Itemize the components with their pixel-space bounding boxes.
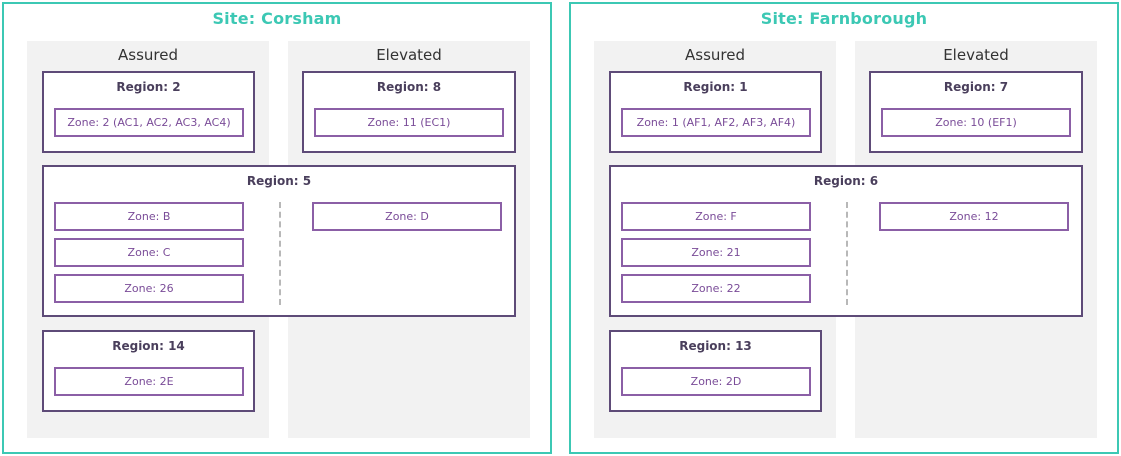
zone-box[interactable]: Zone: 2D — [621, 367, 811, 396]
region-title: Region: 7 — [943, 80, 1009, 94]
zone-box[interactable]: Zone: 22 — [621, 274, 811, 303]
region-5[interactable]: Region: 5 Zone: B Zone: C Zone: 26 Zone:… — [42, 165, 516, 317]
zone-box[interactable]: Zone: 21 — [621, 238, 811, 267]
zone-box[interactable]: Zone: 1 (AF1, AF2, AF3, AF4) — [621, 108, 811, 137]
column-title-elevated: Elevated — [943, 46, 1009, 64]
column-title-elevated: Elevated — [376, 46, 442, 64]
region-7[interactable]: Region: 7 Zone: 10 (EF1) — [869, 71, 1083, 153]
zone-box[interactable]: Zone: B — [54, 202, 244, 231]
region-13[interactable]: Region: 13 Zone: 2D — [609, 330, 822, 412]
region-divider — [279, 202, 281, 305]
region-title: Region: 6 — [813, 174, 879, 188]
zone-box[interactable]: Zone: 2 (AC1, AC2, AC3, AC4) — [54, 108, 244, 137]
zone-box[interactable]: Zone: 2E — [54, 367, 244, 396]
region-title: Region: 1 — [683, 80, 748, 94]
region-title: Region: 13 — [679, 339, 752, 353]
site-title: Site: Corsham — [212, 9, 342, 28]
region-8[interactable]: Region: 8 Zone: 11 (EC1) — [302, 71, 516, 153]
region-title: Region: 5 — [246, 174, 312, 188]
column-title-assured: Assured — [118, 46, 178, 64]
zone-box[interactable]: Zone: 12 — [879, 202, 1069, 231]
region-title: Region: 8 — [376, 80, 442, 94]
zone-box[interactable]: Zone: C — [54, 238, 244, 267]
region-14[interactable]: Region: 14 Zone: 2E — [42, 330, 255, 412]
zone-box[interactable]: Zone: 26 — [54, 274, 244, 303]
region-1[interactable]: Region: 1 Zone: 1 (AF1, AF2, AF3, AF4) — [609, 71, 822, 153]
zone-box[interactable]: Zone: D — [312, 202, 502, 231]
zone-box[interactable]: Zone: 11 (EC1) — [314, 108, 504, 137]
site-farnborough: Site: Farnborough Assured Elevated Regio… — [569, 2, 1119, 454]
region-title: Region: 2 — [116, 80, 181, 94]
site-corsham: Site: Corsham Assured Elevated Region: 2… — [2, 2, 552, 454]
zone-box[interactable]: Zone: F — [621, 202, 811, 231]
region-divider — [846, 202, 848, 305]
region-title: Region: 14 — [112, 339, 185, 353]
region-2[interactable]: Region: 2 Zone: 2 (AC1, AC2, AC3, AC4) — [42, 71, 255, 153]
column-title-assured: Assured — [685, 46, 745, 64]
zone-box[interactable]: Zone: 10 (EF1) — [881, 108, 1071, 137]
region-6[interactable]: Region: 6 Zone: F Zone: 21 Zone: 22 Zone… — [609, 165, 1083, 317]
site-title: Site: Farnborough — [760, 9, 928, 28]
